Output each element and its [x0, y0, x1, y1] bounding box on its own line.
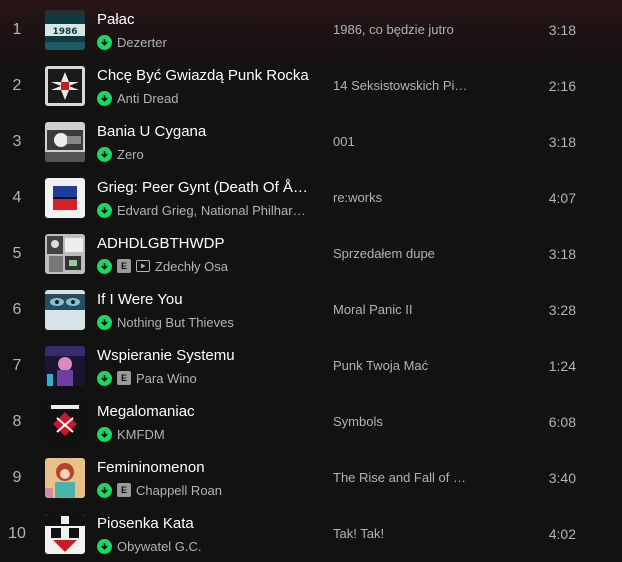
track-number: 4: [12, 189, 22, 206]
album-art-neon[interactable]: [45, 346, 85, 386]
track-duration: 4:02: [548, 526, 576, 542]
album-art-chappell[interactable]: [45, 458, 85, 498]
track-title[interactable]: Piosenka Kata: [97, 515, 309, 532]
tracklist: 1 1986 Pałac Dezerter 1986, co będzie ju…: [0, 0, 622, 561]
downloaded-icon: [97, 482, 112, 498]
album-art-taktak[interactable]: [45, 514, 85, 554]
track-artist[interactable]: Zdechły Osa: [155, 259, 228, 274]
album-art-1986[interactable]: 1986: [45, 10, 85, 50]
track-duration: 2:16: [548, 78, 576, 94]
track-title[interactable]: Pałac: [97, 11, 309, 28]
track-artist[interactable]: Obywatel G.C.: [117, 539, 202, 554]
track-row[interactable]: 2 Chcę Być Gwiazdą Punk Rocka Anti Dread…: [0, 58, 622, 114]
track-duration: 3:18: [548, 22, 576, 38]
track-album[interactable]: Symbols: [333, 394, 473, 450]
track-album[interactable]: The Rise and Fall of a Midwest Princess: [333, 450, 473, 506]
track-row[interactable]: 6 If I Were You Nothing But Thieves Mora…: [0, 282, 622, 338]
album-art-eyes[interactable]: [45, 290, 85, 330]
track-row[interactable]: 7 Wspieranie Systemu E Para Wino Punk Tw…: [0, 338, 622, 394]
track-number: 10: [8, 525, 26, 542]
explicit-badge: E: [117, 483, 131, 497]
track-artist[interactable]: KMFDM: [117, 427, 165, 442]
downloaded-icon: [97, 146, 112, 162]
track-title[interactable]: If I Were You: [97, 291, 309, 308]
track-duration: 6:08: [548, 414, 576, 430]
track-number: 3: [12, 133, 22, 150]
track-row[interactable]: 3 Bania U Cygana Zero 001 3:18: [0, 114, 622, 170]
track-row[interactable]: 1 1986 Pałac Dezerter 1986, co będzie ju…: [0, 2, 622, 58]
track-number: 6: [12, 301, 22, 318]
track-album[interactable]: Punk Twoja Mać: [333, 338, 473, 394]
track-number: 1: [12, 21, 22, 38]
track-artist[interactable]: Anti Dread: [117, 91, 178, 106]
track-row[interactable]: 9 Femininomenon E Chappell Roan The Rise…: [0, 450, 622, 506]
track-row[interactable]: 4 Grieg: Peer Gynt (Death Of Åse) Edvard…: [0, 170, 622, 226]
track-title[interactable]: Bania U Cygana: [97, 123, 309, 140]
track-number: 9: [12, 469, 22, 486]
track-duration: 3:40: [548, 470, 576, 486]
track-title[interactable]: Wspieranie Systemu: [97, 347, 309, 364]
track-title[interactable]: Grieg: Peer Gynt (Death Of Åse): [97, 179, 309, 196]
track-album[interactable]: Tak! Tak!: [333, 506, 473, 562]
track-duration: 1:24: [548, 358, 576, 374]
downloaded-icon: [97, 538, 112, 554]
track-duration: 3:18: [548, 134, 576, 150]
svg-text:1986: 1986: [52, 27, 77, 37]
track-album[interactable]: Sprzedałem dupe: [333, 226, 473, 282]
track-number: 8: [12, 413, 22, 430]
explicit-badge: E: [117, 259, 131, 273]
track-title[interactable]: Chcę Być Gwiazdą Punk Rocka: [97, 67, 309, 84]
track-artist[interactable]: Chappell Roan: [136, 483, 222, 498]
track-album[interactable]: 14 Seksistowskich Piosenek: [333, 58, 473, 114]
track-row[interactable]: 5 ADHDLGBTHWDP E Zdechły Osa Sprzedałem …: [0, 226, 622, 282]
track-artist[interactable]: Dezerter: [117, 35, 167, 50]
track-duration: 3:18: [548, 246, 576, 262]
track-row[interactable]: 8 Megalomaniac KMFDM Symbols 6:08: [0, 394, 622, 450]
downloaded-icon: [97, 314, 112, 330]
track-album[interactable]: 001: [333, 114, 473, 170]
downloaded-icon: [97, 258, 112, 274]
album-art-kmfdm[interactable]: [45, 402, 85, 442]
album-art-collage[interactable]: [45, 234, 85, 274]
downloaded-icon: [97, 202, 112, 218]
track-album[interactable]: 1986, co będzie jutro: [333, 2, 473, 58]
track-number: 5: [12, 245, 22, 262]
track-album[interactable]: Moral Panic II: [333, 282, 473, 338]
video-icon: [136, 260, 150, 272]
downloaded-icon: [97, 426, 112, 442]
album-art-reworks[interactable]: [45, 178, 85, 218]
track-duration: 3:28: [548, 302, 576, 318]
track-artist[interactable]: Edvard Grieg, National Philharmonic: [117, 203, 309, 218]
album-art-cross[interactable]: [45, 66, 85, 106]
album-art-zero[interactable]: [45, 122, 85, 162]
track-title[interactable]: Femininomenon: [97, 459, 309, 476]
track-title[interactable]: ADHDLGBTHWDP: [97, 235, 309, 252]
downloaded-icon: [97, 90, 112, 106]
track-artist[interactable]: Zero: [117, 147, 144, 162]
track-row[interactable]: 10 Piosenka Kata Obywatel G.C. Tak! Tak!…: [0, 506, 622, 562]
explicit-badge: E: [117, 371, 131, 385]
track-number: 7: [12, 357, 22, 374]
track-number: 2: [12, 77, 22, 94]
track-artist[interactable]: Nothing But Thieves: [117, 315, 234, 330]
downloaded-icon: [97, 370, 112, 386]
downloaded-icon: [97, 34, 112, 50]
track-duration: 4:07: [548, 190, 576, 206]
track-title[interactable]: Megalomaniac: [97, 403, 309, 420]
track-album[interactable]: re:works: [333, 170, 473, 226]
track-artist[interactable]: Para Wino: [136, 371, 197, 386]
